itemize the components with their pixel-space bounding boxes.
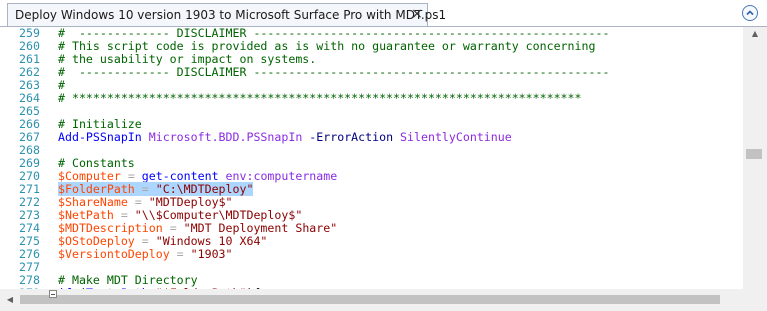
code-token bbox=[148, 182, 156, 196]
code-token: "MDTDeploy$" bbox=[148, 195, 233, 209]
code-token: $NetPath bbox=[58, 208, 114, 222]
code-token: $ShareName bbox=[58, 195, 128, 209]
code-token: # This script code is provided as is wit… bbox=[58, 39, 596, 53]
code-token: # the usability or impact on systems. bbox=[58, 52, 317, 66]
code-line[interactable]: Add-PSSnapIn Microsoft.BDD.PSSnapIn -Err… bbox=[58, 131, 512, 144]
code-token: # bbox=[58, 78, 65, 92]
tab-bar: Deploy Windows 10 version 1903 to Micros… bbox=[0, 0, 767, 26]
code-token: Microsoft.BDD.PSSnapIn bbox=[148, 130, 303, 144]
vertical-scroll-thumb[interactable] bbox=[746, 149, 762, 159]
code-line[interactable]: # **************************************… bbox=[58, 92, 582, 105]
code-area[interactable]: # ------------- DISCLAIMER -------------… bbox=[58, 27, 738, 289]
code-token: # Initialize bbox=[58, 117, 142, 131]
code-token: # Constants bbox=[58, 156, 135, 170]
code-token: # Make MDT Directory bbox=[58, 273, 198, 287]
code-token: env:computername bbox=[225, 169, 338, 183]
code-token: $VersiontoDeploy bbox=[58, 247, 170, 261]
scroll-left-arrow-icon[interactable]: ◀ bbox=[2, 295, 18, 305]
code-token: = bbox=[120, 208, 128, 222]
code-token: "C:\MDTDeploy" bbox=[155, 182, 254, 196]
code-token: Add-PSSnapIn bbox=[58, 130, 142, 144]
code-token: = bbox=[141, 182, 149, 196]
code-token: -ErrorAction bbox=[309, 130, 394, 144]
code-token bbox=[134, 182, 142, 196]
code-token: # **************************************… bbox=[58, 91, 582, 105]
tab-title: Deploy Windows 10 version 1903 to Micros… bbox=[15, 8, 447, 22]
code-token: $FolderPath bbox=[58, 182, 135, 196]
file-tab[interactable]: Deploy Windows 10 version 1903 to Micros… bbox=[7, 3, 446, 26]
collapse-region-icon[interactable] bbox=[49, 290, 57, 298]
code-token: SilentlyContinue bbox=[400, 130, 512, 144]
code-token: "1903" bbox=[190, 247, 233, 261]
code-token: $OStoDeploy bbox=[58, 234, 135, 248]
horizontal-scrollbar[interactable]: ◀ bbox=[0, 289, 743, 311]
code-token: = bbox=[176, 247, 184, 261]
close-icon[interactable]: × bbox=[410, 7, 424, 21]
line-number-gutter: 259 260 261 262 263 264 265 266 267 268 269 270 271 2… bbox=[0, 27, 46, 300]
scroll-up-arrow-icon[interactable]: ▲ bbox=[747, 29, 763, 39]
code-token: $Computer bbox=[58, 169, 121, 183]
code-line[interactable]: $VersiontoDeploy = "1903" bbox=[58, 248, 233, 261]
code-token: "Windows 10 X64" bbox=[155, 234, 268, 248]
code-token: = bbox=[134, 195, 142, 209]
code-token: "\\$Computer\MDTDeploy$" bbox=[134, 208, 303, 222]
code-token: $MDTDescription bbox=[58, 221, 163, 235]
horizontal-scroll-thumb[interactable] bbox=[20, 295, 720, 304]
scrollbar-corner bbox=[743, 289, 767, 311]
code-token: # ------------- DISCLAIMER -------------… bbox=[58, 65, 610, 79]
code-line[interactable]: # ------------- DISCLAIMER -------------… bbox=[58, 66, 609, 79]
code-token: = bbox=[127, 169, 135, 183]
code-token: get-content bbox=[141, 169, 219, 183]
code-token: = bbox=[141, 234, 149, 248]
chevron-up-icon bbox=[746, 10, 754, 16]
code-token: = bbox=[169, 221, 177, 235]
vertical-scrollbar[interactable]: ▲ bbox=[743, 27, 767, 289]
collapse-script-pane-button[interactable] bbox=[742, 5, 758, 21]
script-editor[interactable]: 259 260 261 262 263 264 265 266 267 268 269 270 271 2… bbox=[0, 26, 767, 311]
code-token: "MDT Deployment Share" bbox=[183, 221, 338, 235]
